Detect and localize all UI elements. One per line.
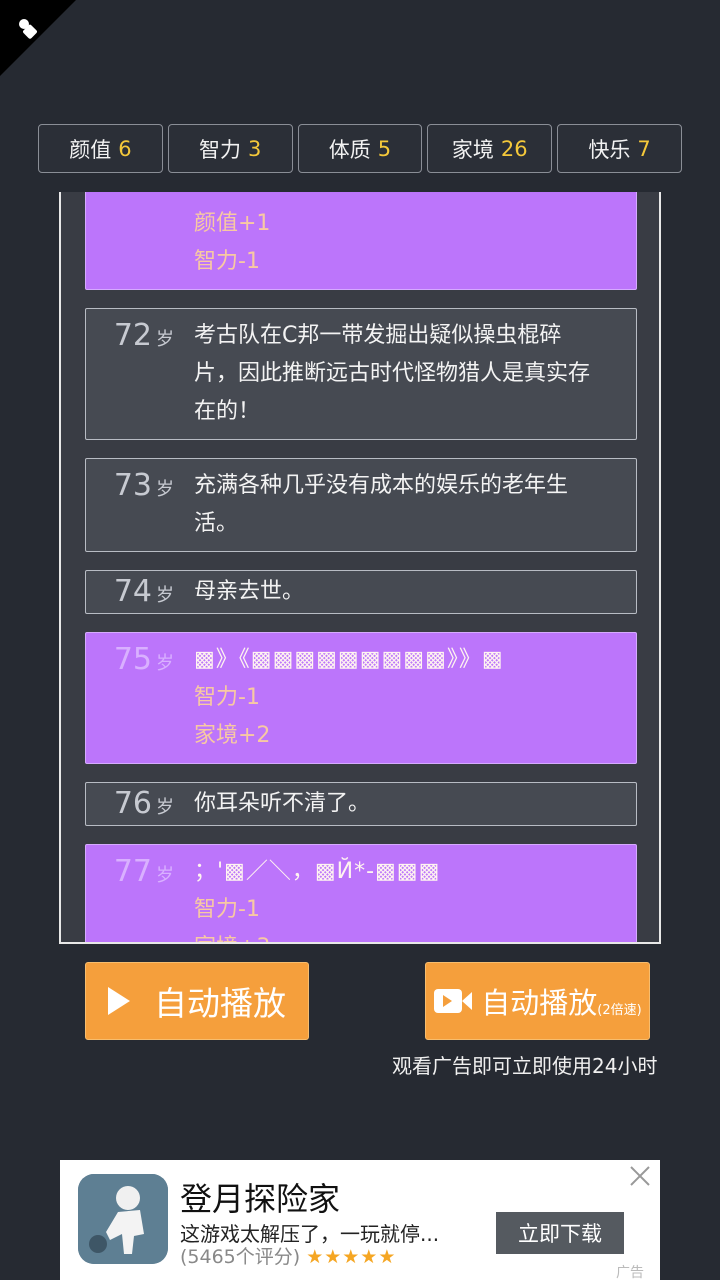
user-icon[interactable]	[14, 14, 48, 48]
event-card: 73 岁 充满各种几乎没有成本的娱乐的老年生 活。	[85, 458, 637, 552]
event-card: 75 岁 ▩》《▩▩▩▩▩▩▩▩▩》》▩ 智力-1 家境+2	[85, 632, 637, 764]
event-age: 77 岁	[113, 854, 174, 889]
app-icon[interactable]	[78, 1174, 168, 1264]
event-age: 76 岁	[113, 786, 174, 821]
event-card: 颜值+1 智力-1	[85, 192, 637, 290]
stat-happiness: 快乐 7	[557, 124, 682, 173]
play-icon	[108, 987, 130, 1015]
life-timeline[interactable]: 颜值+1 智力-1 72 岁 考古队在C邦一带发掘出疑似操虫棍碎 片，因此推断远古…	[59, 192, 661, 944]
video-camera-icon	[434, 989, 473, 1013]
auto-play-fast-button[interactable]: 自动播放 (2倍速)	[425, 962, 650, 1040]
ad-banner[interactable]: 登月探险家 这游戏太解压了，一玩就停... (5465个评分) ★★★★★ 立即下…	[60, 1160, 660, 1280]
stat-appearance: 颜值 6	[38, 124, 163, 173]
event-card: 74 岁 母亲去世。	[85, 570, 637, 614]
stat-intelligence: 智力 3	[167, 124, 293, 173]
event-age: 75 岁	[113, 642, 174, 677]
ad-label: 广告	[616, 1265, 644, 1280]
download-button[interactable]: 立即下载	[496, 1212, 624, 1254]
ad-title[interactable]: 登月探险家	[180, 1174, 340, 1220]
event-card: 76 岁 你耳朵听不清了。	[85, 782, 637, 826]
close-icon[interactable]	[628, 1164, 652, 1188]
attribute-bar: 颜值 6 智力 3 体质 5 家境 26 快乐 7	[38, 124, 682, 173]
event-age: 72 岁	[113, 318, 174, 353]
event-age: 73 岁	[113, 468, 174, 503]
event-card: 72 岁 考古队在C邦一带发掘出疑似操虫棍碎 片，因此推断远古时代怪物猎人是真实存…	[85, 308, 637, 440]
star-rating-icon: ★★★★★	[306, 1246, 397, 1268]
event-age: 74 岁	[113, 574, 174, 609]
ad-tip: 观看广告即可立即使用24小时	[392, 1054, 658, 1078]
stat-constitution: 体质 5	[297, 124, 423, 173]
auto-play-button[interactable]: 自动播放	[85, 962, 309, 1040]
event-card: 77岁 ；'▩／＼，▩Й*-▩▩▩ 智力-1 家境+3	[85, 844, 637, 942]
stat-family: 家境 26	[427, 124, 553, 173]
ad-rating: (5465个评分) ★★★★★	[180, 1246, 397, 1268]
